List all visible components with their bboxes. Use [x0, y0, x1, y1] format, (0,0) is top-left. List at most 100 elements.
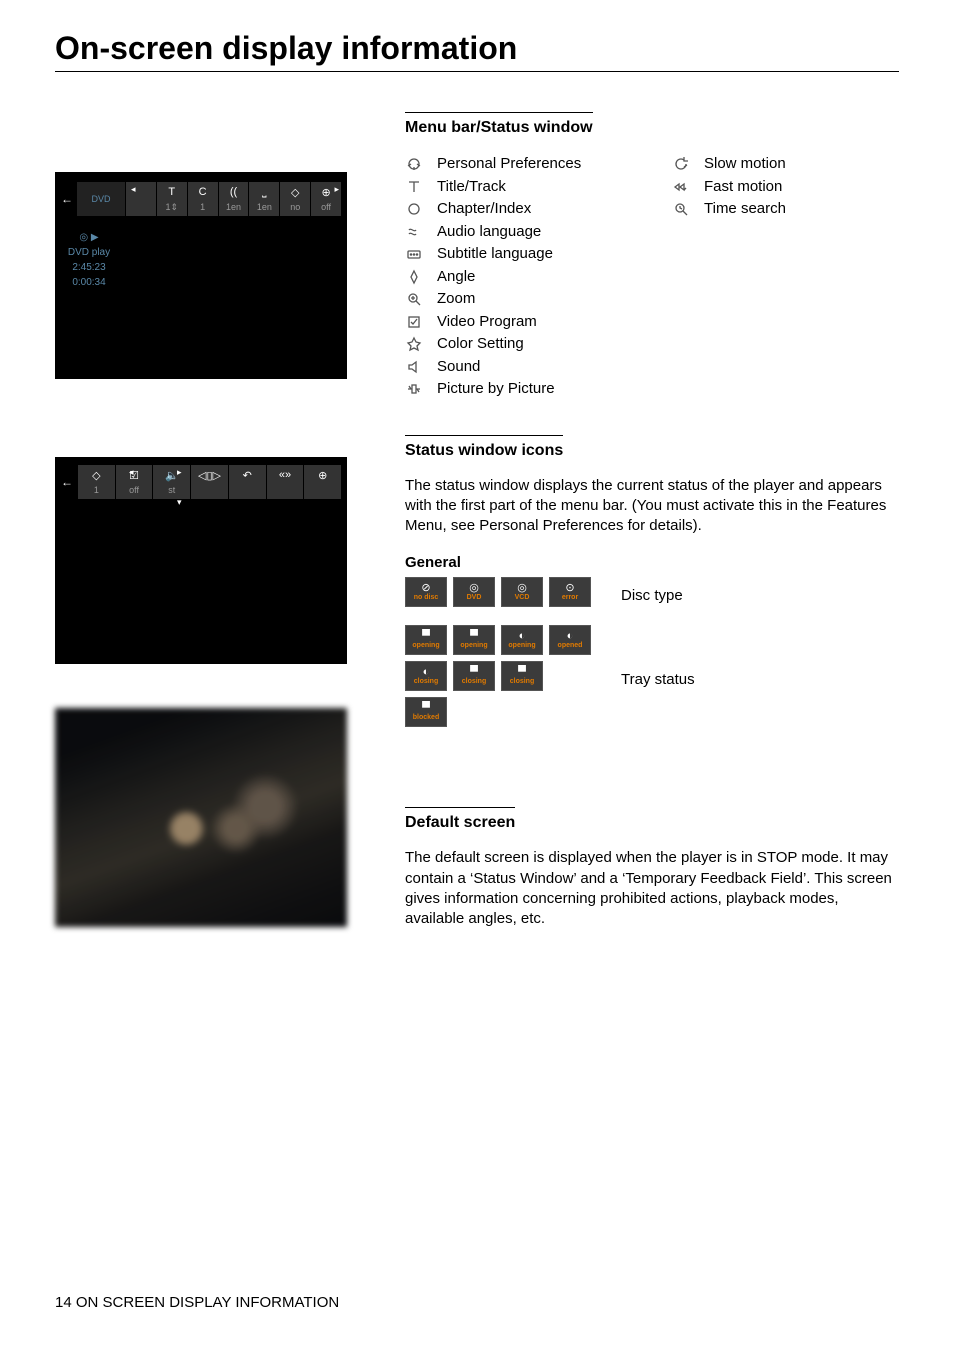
status-tile-icon: ◎ — [469, 583, 479, 594]
status-tile-label: opening — [508, 642, 535, 649]
osd-cell-bottom: off — [129, 483, 139, 497]
legend-label: Zoom — [437, 288, 475, 311]
legend-item: Slow motion — [672, 153, 899, 176]
osd-status-block: ◎ ▶ DVD play 2:45:23 0:00:34 — [61, 230, 117, 290]
osd-cell-top: T — [168, 184, 175, 200]
osd-cell-top: (( — [230, 184, 237, 200]
osd-cell-bottom: 1en — [257, 200, 272, 214]
osd-cell-bottom: no — [290, 200, 300, 214]
osd-cell-bottom: 1 — [200, 200, 205, 214]
status-tile-icon: ▀ — [470, 667, 478, 678]
status-tile-label: VCD — [515, 594, 530, 601]
osd-cell-bottom: off — [321, 200, 331, 214]
status-tile: ▀opening — [405, 625, 447, 655]
status-tile-label: opening — [412, 642, 439, 649]
osd-status-line: ◎ ▶ — [61, 230, 117, 245]
legend-icon — [405, 336, 423, 352]
status-tile-icon: ◐ — [423, 667, 430, 678]
legend-label: Angle — [437, 266, 475, 289]
legend-icon — [405, 246, 423, 262]
status-tile: ▀closing — [453, 661, 495, 691]
status-tile-label: blocked — [413, 714, 439, 721]
status-tile-label: opening — [460, 642, 487, 649]
osd-cell-bottom: st — [168, 483, 175, 497]
osd-cell: ⊕ — [303, 465, 341, 499]
osd-disc-label: DVD — [77, 182, 125, 216]
osd-cell-top: ◁▯▷ — [198, 467, 221, 483]
status-tile-label: error — [562, 594, 578, 601]
status-tile: ▀blocked — [405, 697, 447, 727]
osd-status-line: 2:45:23 — [61, 260, 117, 275]
legend-item: Subtitle language — [405, 243, 632, 266]
legend-item: Sound — [405, 356, 632, 379]
page-title: On-screen display information — [55, 30, 899, 72]
osd-status-line: DVD play — [61, 245, 117, 260]
arrow-tri-icon: ◂ — [131, 184, 136, 195]
osd-cell-top: ↶ — [243, 467, 252, 483]
osd-cell: ◇1 — [77, 465, 115, 499]
status-tile: ◎VCD — [501, 577, 543, 607]
osd-cell: ◁▯▷ — [190, 465, 228, 499]
status-tile: ◐opening — [501, 625, 543, 655]
legend-label: Personal Preferences — [437, 153, 581, 176]
legend-icon — [405, 224, 423, 240]
status-tile-icon: ⊙ — [565, 583, 574, 594]
arrow-tri-icon: ▾ — [177, 497, 182, 508]
legend-icon — [672, 156, 690, 172]
legend-icon — [405, 359, 423, 375]
status-tile-label: closing — [510, 678, 535, 685]
default-screen-image — [55, 708, 347, 927]
legend-label: Title/Track — [437, 176, 506, 199]
status-tile: ⊘no disc — [405, 577, 447, 607]
legend-item: Personal Preferences — [405, 153, 632, 176]
legend-item: Picture by Picture — [405, 378, 632, 401]
osd-cell: ◇no — [279, 182, 310, 216]
legend-icon — [405, 269, 423, 285]
osd-cell-top: C — [199, 184, 207, 200]
legend-label: Chapter/Index — [437, 198, 531, 221]
legend-item: Fast motion — [672, 176, 899, 199]
osd-cell-top: ◇ — [92, 467, 100, 483]
arrow-tri-icon: ▸ — [177, 467, 182, 478]
status-tile: ⊙error — [549, 577, 591, 607]
osd-cell-top: ⎵ — [262, 184, 266, 200]
osd-cell-bottom: 1⇕ — [166, 200, 179, 214]
osd-cell-top: ⊕ — [321, 184, 330, 200]
status-tile: ▀closing — [501, 661, 543, 691]
arrow-left-icon: ← — [61, 475, 73, 489]
legend-item: Title/Track — [405, 176, 632, 199]
legend-item: Time search — [672, 198, 899, 221]
status-tile: ◐closing — [405, 661, 447, 691]
disc-type-label: Disc type — [621, 587, 683, 604]
right-column: Menu bar/Status window Personal Preferen… — [405, 112, 899, 947]
section-heading-status-icons: Status window icons — [405, 435, 563, 460]
status-tile-label: opened — [558, 642, 583, 649]
legend-label: Slow motion — [704, 153, 786, 176]
status-tile-icon: ◐ — [567, 631, 574, 642]
status-tile-icon: ▀ — [422, 703, 430, 714]
osd-cell: ((1en — [218, 182, 249, 216]
status-tile-icon: ⊘ — [421, 583, 430, 594]
status-tile-label: no disc — [414, 594, 439, 601]
status-tile: ◎DVD — [453, 577, 495, 607]
arrow-tri-icon: ▸ — [334, 184, 339, 195]
osd-cell: 🔈st — [152, 465, 190, 499]
osd-cell: T1⇕ — [156, 182, 187, 216]
status-tile-label: closing — [462, 678, 487, 685]
legend-icon — [672, 201, 690, 217]
status-tile-icon: ▀ — [422, 631, 430, 642]
section-heading-menu-bar: Menu bar/Status window — [405, 112, 593, 137]
status-tile: ▀opening — [453, 625, 495, 655]
status-tile: ◐opened — [549, 625, 591, 655]
status-description: The status window displays the current s… — [405, 476, 899, 537]
legend-icon — [672, 179, 690, 195]
legend-item: Angle — [405, 266, 632, 289]
legend-item: Chapter/Index — [405, 198, 632, 221]
status-tile-label: closing — [414, 678, 439, 685]
legend-label: Color Setting — [437, 333, 524, 356]
legend-label: Video Program — [437, 311, 537, 334]
status-tile-icon: ▀ — [470, 631, 478, 642]
legend-label: Sound — [437, 356, 480, 379]
legend-icon — [405, 201, 423, 217]
general-block: General ⊘no disc◎DVD◎VCD⊙error Disc type… — [405, 554, 899, 733]
